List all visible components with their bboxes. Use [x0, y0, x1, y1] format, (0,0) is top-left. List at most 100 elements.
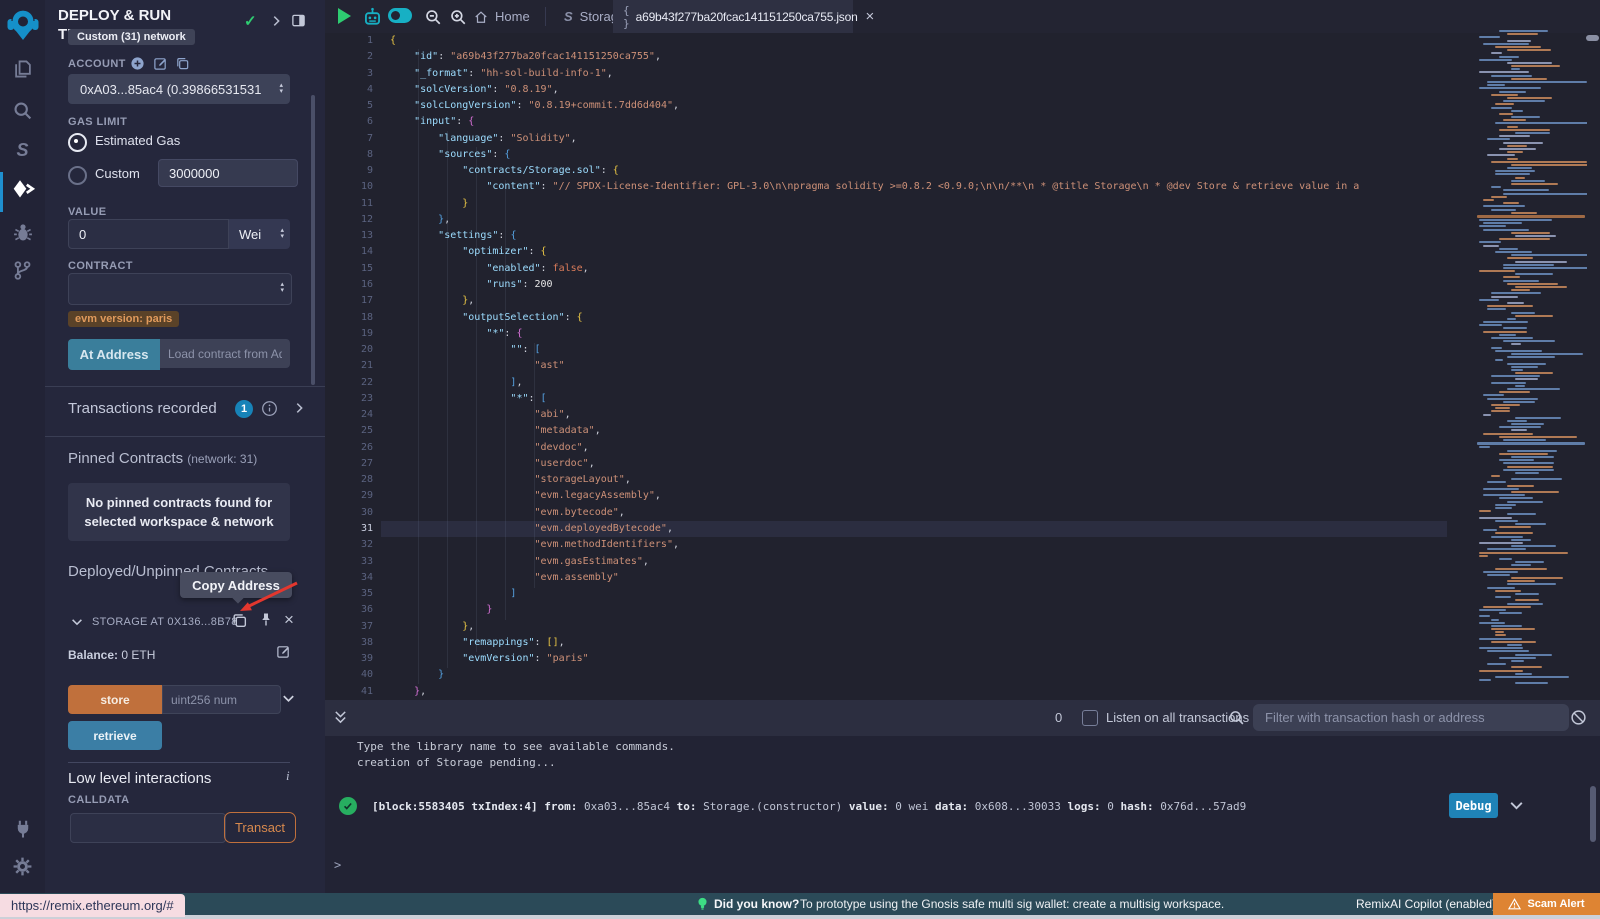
code-line[interactable]: 12 }, [325, 212, 1447, 228]
code-line[interactable]: 37 }, [325, 619, 1447, 635]
settings-gear-icon[interactable] [0, 856, 45, 877]
code-line[interactable]: 13 "settings": { [325, 228, 1447, 244]
custom-gas-radio[interactable] [68, 166, 87, 185]
code-line[interactable]: 21 "ast" [325, 358, 1447, 374]
code-line[interactable]: 6 "input": { [325, 114, 1447, 130]
remix-logo[interactable] [0, 8, 45, 42]
copilot-status[interactable]: RemixAI Copilot (enabled) [1356, 897, 1496, 911]
transactions-expand-icon[interactable] [292, 401, 306, 415]
solidity-compiler-icon[interactable]: S [0, 140, 45, 161]
code-line[interactable]: 4 "solcVersion": "0.8.19", [325, 82, 1447, 98]
estimated-gas-radio[interactable] [68, 133, 87, 152]
store-button[interactable]: store [68, 685, 162, 714]
terminal-prompt[interactable]: > [334, 858, 341, 872]
ai-toggle-icon[interactable] [388, 8, 412, 23]
code-line[interactable]: 17 }, [325, 293, 1447, 309]
code-line[interactable]: 28 "storageLayout", [325, 472, 1447, 488]
source-control-icon[interactable] [0, 260, 45, 281]
filter-input[interactable] [1253, 704, 1569, 731]
code-line[interactable]: 2 "id": "a69b43f277ba20fcac141151250ca75… [325, 49, 1447, 65]
account-stepper-icon[interactable]: ▴▾ [279, 83, 283, 95]
code-lines[interactable]: 1{2 "id": "a69b43f277ba20fcac141151250ca… [325, 33, 1447, 700]
search-icon[interactable] [0, 100, 45, 121]
at-address-input[interactable] [160, 339, 290, 368]
tab-home[interactable]: Home [460, 0, 544, 33]
code-line[interactable]: 31 "evm.deployedBytecode", [325, 521, 1447, 537]
code-line[interactable]: 1{ [325, 33, 1447, 49]
code-line[interactable]: 33 "evm.gasEstimates", [325, 554, 1447, 570]
plugin-manager-icon[interactable] [0, 818, 45, 840]
deployed-contract-name[interactable]: STORAGE AT 0X136...8B78 [92, 616, 238, 628]
code-line[interactable]: 20 "": [ [325, 342, 1447, 358]
code-line[interactable]: 9 "contracts/Storage.sol": { [325, 163, 1447, 179]
edit-balance-icon[interactable] [276, 644, 291, 659]
at-address-button[interactable]: At Address [68, 339, 160, 370]
value-input[interactable] [68, 219, 229, 249]
code-line[interactable]: 25 "metadata", [325, 423, 1447, 439]
listen-checkbox[interactable] [1082, 710, 1098, 726]
file-explorer-icon[interactable] [0, 58, 45, 80]
code-line[interactable]: 14 "optimizer": { [325, 244, 1447, 260]
code-line[interactable]: 23 "*": [ [325, 391, 1447, 407]
contract-stepper-icon[interactable]: ▴▾ [280, 282, 284, 294]
panel-chevron-right-icon[interactable] [269, 14, 283, 28]
deploy-and-run-icon[interactable] [0, 178, 45, 202]
code-line[interactable]: 7 "language": "Solidity", [325, 131, 1447, 147]
tx-log-text[interactable]: [block:5583405 txIndex:4] from: 0xa03...… [372, 800, 1246, 813]
code-line[interactable]: 3 "_format": "hh-sol-build-info-1", [325, 66, 1447, 82]
code-line[interactable]: 39 "evmVersion": "paris" [325, 651, 1447, 667]
terminal-collapse-icon[interactable] [333, 709, 348, 726]
code-line[interactable]: 27 "userdoc", [325, 456, 1447, 472]
contract-select[interactable]: ▴▾ [68, 273, 292, 305]
scam-alert-button[interactable]: Scam Alert [1493, 893, 1600, 915]
zoom-out-icon[interactable] [424, 8, 442, 26]
tab-json-active[interactable]: { } a69b43f277ba20fcac141151250ca755.jso… [613, 0, 853, 33]
code-line[interactable]: 40 } [325, 667, 1447, 683]
close-tab-icon[interactable]: × [866, 8, 875, 25]
value-unit-select[interactable]: Wei ▴▾ [229, 219, 290, 249]
code-line[interactable]: 35 ] [325, 586, 1447, 602]
code-line[interactable]: 8 "sources": { [325, 147, 1447, 163]
clear-terminal-icon[interactable] [1570, 709, 1587, 726]
code-line[interactable]: 11 } [325, 196, 1447, 212]
code-line[interactable]: 29 "evm.legacyAssembly", [325, 488, 1447, 504]
code-area[interactable]: 1{2 "id": "a69b43f277ba20fcac141151250ca… [325, 33, 1447, 700]
code-line[interactable]: 5 "solcLongVersion": "0.8.19+commit.7dd6… [325, 98, 1447, 114]
debug-button[interactable]: Debug [1449, 793, 1498, 818]
code-line[interactable]: 24 "abi", [325, 407, 1447, 423]
debugger-icon[interactable] [0, 222, 45, 244]
tx-expand-icon[interactable] [1508, 797, 1525, 814]
pin-panel-icon[interactable] [291, 13, 306, 28]
code-line[interactable]: 30 "evm.bytecode", [325, 505, 1447, 521]
code-line[interactable]: 34 "evm.assembly" [325, 570, 1447, 586]
code-line[interactable]: 16 "runs": 200 [325, 277, 1447, 293]
code-line[interactable]: 26 "devdoc", [325, 440, 1447, 456]
custom-gas-input[interactable] [158, 159, 298, 187]
terminal-search-icon[interactable] [1228, 709, 1245, 726]
code-line[interactable]: 32 "evm.methodIdentifiers", [325, 537, 1447, 553]
store-arg-input[interactable] [162, 685, 281, 714]
add-account-icon[interactable] [130, 56, 145, 71]
run-script-icon[interactable] [338, 8, 351, 24]
code-line[interactable]: 38 "remappings": [], [325, 635, 1447, 651]
minimap[interactable] [1473, 30, 1587, 692]
calldata-input[interactable] [70, 813, 226, 843]
code-line[interactable]: 41 }, [325, 684, 1447, 700]
value-unit-stepper-icon[interactable]: ▴▾ [280, 228, 284, 240]
store-expand-icon[interactable] [281, 691, 296, 706]
terminal-scrollbar[interactable] [1590, 786, 1596, 842]
editor-scrollbar-thumb[interactable] [1586, 35, 1599, 41]
panel-scrollbar[interactable] [311, 95, 315, 385]
account-select[interactable]: 0xA03...85ac4 (0.39866531531 ▴▾ [68, 74, 290, 104]
code-line[interactable]: 10 "content": "// SPDX-License-Identifie… [325, 179, 1447, 195]
edit-account-icon[interactable] [153, 56, 168, 71]
transactions-info-icon[interactable] [261, 400, 278, 417]
transact-button[interactable]: Transact [224, 812, 296, 843]
code-line[interactable]: 19 "*": { [325, 326, 1447, 342]
copy-account-icon[interactable] [175, 56, 190, 71]
code-line[interactable]: 36 } [325, 602, 1447, 618]
retrieve-button[interactable]: retrieve [68, 721, 162, 750]
code-line[interactable]: 18 "outputSelection": { [325, 310, 1447, 326]
lowlevel-info-icon[interactable]: i [286, 768, 290, 784]
contract-collapse-icon[interactable] [70, 615, 84, 629]
